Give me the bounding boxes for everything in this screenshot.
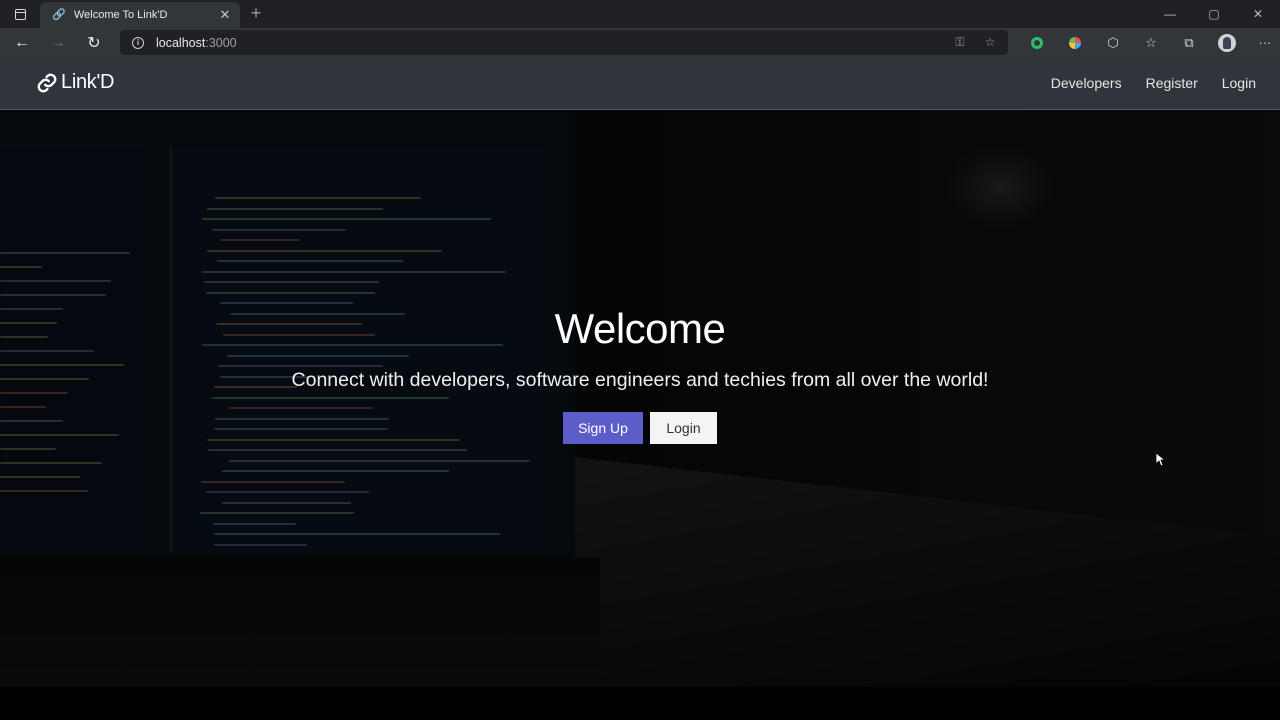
collections-icon[interactable]: ⧉ [1170,28,1208,57]
profile-avatar-icon[interactable] [1208,28,1246,57]
browser-toolbar: ← → ↻ i localhost:3000 ⚿ ☆ ⬡ ☆ ⧉ ··· [0,28,1280,57]
new-tab-icon[interactable]: + [247,4,265,22]
favorites-icon[interactable]: ☆ [1132,28,1170,57]
back-icon[interactable]: ← [8,30,36,56]
mouse-cursor-icon [1155,452,1167,472]
url-text: localhost:3000 [156,35,237,50]
more-menu-icon[interactable]: ··· [1246,28,1280,57]
key-icon[interactable]: ⚿ [952,34,968,50]
add-favorite-icon[interactable]: ☆ [982,34,998,50]
page-bottom-strip [0,687,1280,720]
browser-tabbar: 🔗 Welcome To Link'D ✕ + — ▢ ✕ [0,0,1280,28]
link-icon [37,73,57,92]
address-bar[interactable]: i localhost:3000 ⚿ ☆ [120,30,1008,55]
landing-lead: Connect with developers, software engine… [291,369,989,391]
tab-title: Welcome To Link'D [74,9,168,21]
nav-link-login[interactable]: Login [1222,75,1256,91]
landing-inner: Welcome Connect with developers, softwar… [0,305,1280,444]
extension-green-icon[interactable] [1018,28,1056,57]
site-info-icon[interactable]: i [132,36,144,49]
brand-name: Link'D [61,71,115,93]
brand-logo[interactable]: Link'D [36,71,114,94]
extension-color-icon[interactable] [1056,28,1094,57]
landing-buttons: Sign Up Login [0,412,1280,444]
tab-actions-icon[interactable] [0,0,40,28]
link-favicon-icon: 🔗 [52,9,66,21]
reload-icon[interactable]: ↻ [80,30,108,56]
nav-links: Developers Register Login [1027,75,1256,91]
signup-button[interactable]: Sign Up [563,412,643,444]
login-button[interactable]: Login [650,412,717,444]
nav-link-register[interactable]: Register [1146,75,1198,91]
maximize-icon[interactable]: ▢ [1192,0,1236,28]
close-window-icon[interactable]: ✕ [1236,0,1280,28]
window-controls: — ▢ ✕ [1148,0,1280,28]
forward-icon[interactable]: → [44,30,72,56]
landing-heading: Welcome [554,305,726,352]
site-navbar: Link'D Developers Register Login [0,57,1280,110]
extensions-puzzle-icon[interactable]: ⬡ [1094,28,1132,57]
page-viewport: Link'D Developers Register Login Welcome… [0,57,1280,687]
browser-tab[interactable]: 🔗 Welcome To Link'D ✕ [40,2,240,28]
extension-icons: ⬡ ☆ ⧉ ··· [1018,28,1280,57]
minimize-icon[interactable]: — [1148,0,1192,28]
nav-link-developers[interactable]: Developers [1051,75,1122,91]
close-tab-icon[interactable]: ✕ [218,7,232,23]
